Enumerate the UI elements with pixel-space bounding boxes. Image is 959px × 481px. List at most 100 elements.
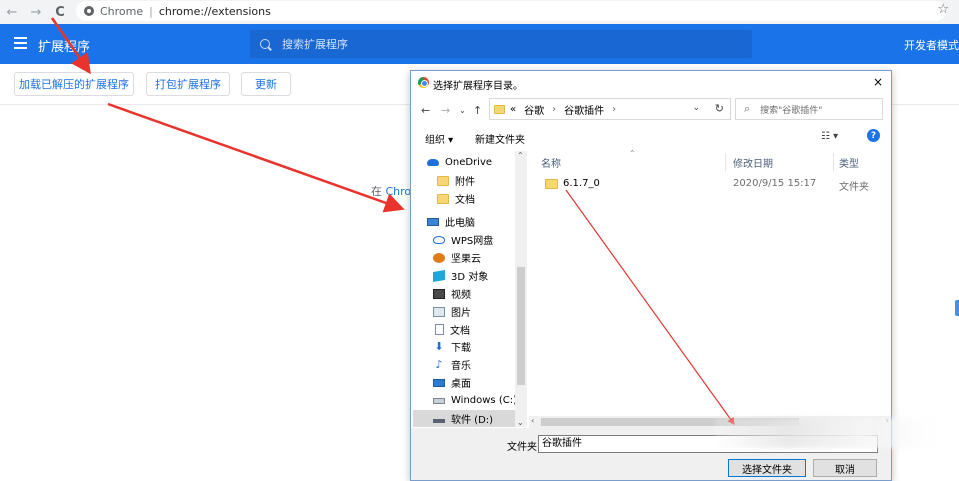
folder-icon [545,179,558,189]
update-button[interactable]: 更新 [241,72,291,96]
navigation-pane: OneDrive 附件 文档 此电脑 WPS网盘 坚果云 3D 对象 视频 图片… [413,151,529,427]
scroll-down-icon[interactable]: ⌄ [517,418,524,427]
browser-toolbar: ← → C Chrome | chrome://extensions ☆ [0,0,959,24]
nav-item-pictures[interactable]: 图片 [413,303,515,320]
nav-item-label: 软件 (D:) [451,415,494,426]
music-icon: ♪ [435,357,443,371]
column-modified[interactable]: 修改日期 [733,155,773,170]
column-divider[interactable] [725,153,726,171]
load-unpacked-button[interactable]: 加载已解压的扩展程序 [14,72,134,96]
dialog-navigation-bar: ← → ⌄ ↑ « 谷歌 › 谷歌插件 › ⌄ ↻ ⌕ 搜索"谷歌插件" [411,97,891,123]
address-segment-plugins[interactable]: 谷歌插件 [564,102,604,117]
nav-item-label: 此电脑 [445,218,475,229]
scroll-up-icon[interactable]: ⌃ [517,151,524,160]
dialog-forward-icon[interactable]: → [441,104,450,117]
nav-item-this-pc[interactable]: 此电脑 [413,213,515,230]
sort-ascending-icon: ⌃ [629,149,636,158]
address-dropdown-icon[interactable]: ⌄ [692,103,700,113]
dialog-title: 选择扩展程序目录。 [433,81,523,92]
file-name: 6.1.7_0 [563,178,600,189]
nav-item-onedrive[interactable]: OneDrive [413,154,515,171]
nav-item-drive-c[interactable]: Windows (C:) [413,392,517,409]
help-icon[interactable]: ? [867,129,880,142]
dialog-titlebar: 选择扩展程序目录。 × [411,71,891,95]
column-name[interactable]: 名称 [541,155,561,170]
search-input[interactable]: 搜索扩展程序 [250,30,752,58]
url-text: chrome://extensions [158,4,271,18]
search-icon [260,39,270,49]
document-icon [435,324,444,335]
forward-icon[interactable]: → [26,2,46,22]
drive-c-icon [433,397,445,404]
hamburger-menu-icon[interactable] [14,37,27,49]
nav-item-label: Windows (C:) [451,395,517,406]
hint-prefix: 在 [371,185,382,198]
new-folder-button[interactable]: 新建文件夹 [475,131,525,146]
nav-item-label: OneDrive [445,157,493,168]
bookmark-star-icon[interactable]: ☆ [937,2,949,17]
view-options-icon[interactable]: ☷ ▾ [821,131,838,142]
recent-locations-icon[interactable]: ⌄ [459,106,466,115]
nav-item-desktop[interactable]: 桌面 [413,374,515,391]
refresh-icon[interactable]: ↻ [715,102,724,115]
download-icon: ⬇ [434,339,444,353]
nav-item-label: 文档 [455,195,475,206]
nav-item-documents[interactable]: 文档 [413,321,515,338]
nav-item-label: WPS网盘 [451,236,494,247]
column-type[interactable]: 类型 [839,155,859,170]
dialog-back-icon[interactable]: ← [421,104,430,117]
select-folder-button[interactable]: 选择文件夹 [728,459,806,477]
folder-search-placeholder: 搜索"谷歌插件" [760,105,823,116]
folder-address-bar[interactable]: « 谷歌 › 谷歌插件 › ⌄ ↻ [489,98,731,120]
organize-menu[interactable]: 组织 ▾ [425,131,453,146]
file-modified: 2020/9/15 15:17 [733,178,817,189]
address-overflow[interactable]: « [510,104,516,115]
folder-icon [494,104,505,114]
address-bar[interactable]: Chrome | chrome://extensions [76,1,946,21]
nav-item-label: 桌面 [451,379,471,390]
folder-icon [437,193,449,204]
address-chevron-icon[interactable]: › [552,104,556,115]
search-icon: ⌕ [744,102,751,115]
column-divider[interactable] [833,153,834,171]
pc-icon [427,217,439,226]
video-icon [433,288,445,299]
nav-item-documents-cloud[interactable]: 文档 [413,190,515,207]
folder-search-input[interactable]: ⌕ 搜索"谷歌插件" [735,98,883,120]
side-panel-tab[interactable] [955,300,959,316]
scrollbar-thumb[interactable] [517,267,525,385]
address-chevron-icon[interactable]: › [612,104,616,115]
navigation-scrollbar[interactable]: ⌃ ⌄ [515,151,527,427]
nav-item-attachments[interactable]: 附件 [413,172,515,189]
nav-item-wps-cloud[interactable]: WPS网盘 [413,231,515,248]
nav-item-label: 图片 [451,308,471,319]
back-icon[interactable]: ← [2,2,22,22]
site-name: Chrome [100,4,144,18]
file-type: 文件夹 [839,182,869,193]
address-segment-google[interactable]: 谷歌 [524,102,544,117]
cancel-button[interactable]: 取消 [813,459,877,477]
folder-field-label: 文件夹: [507,442,541,453]
wps-cloud-icon [433,235,445,244]
table-row[interactable]: 6.1.7_0 2020/9/15 15:17 文件夹 [539,175,891,193]
nav-item-3d-objects[interactable]: 3D 对象 [413,267,515,284]
nav-item-videos[interactable]: 视频 [413,285,515,302]
nav-item-drive-d[interactable]: 软件 (D:) [413,410,515,427]
pack-extension-button[interactable]: 打包扩展程序 [146,72,230,96]
file-list-header: ⌃ 名称 修改日期 类型 [535,149,891,171]
drive-d-icon [433,418,445,423]
nav-item-nutstore[interactable]: 坚果云 [413,249,515,266]
nav-item-music[interactable]: ♪ 音乐 [413,356,515,373]
developer-mode-label[interactable]: 开发者模式 [904,37,959,53]
cloud-icon [427,159,439,166]
hint-link[interactable]: Chro [386,185,412,198]
up-folder-icon[interactable]: ↑ [473,104,482,117]
nav-item-label: 下载 [451,343,471,354]
nav-item-downloads[interactable]: ⬇ 下载 [413,338,515,355]
url-separator: | [149,4,153,18]
site-info-icon[interactable] [84,6,94,16]
close-icon[interactable]: × [873,75,883,89]
reload-icon[interactable]: C [50,2,70,22]
folder-icon [437,175,449,186]
scroll-left-icon[interactable]: ‹ [531,416,534,425]
